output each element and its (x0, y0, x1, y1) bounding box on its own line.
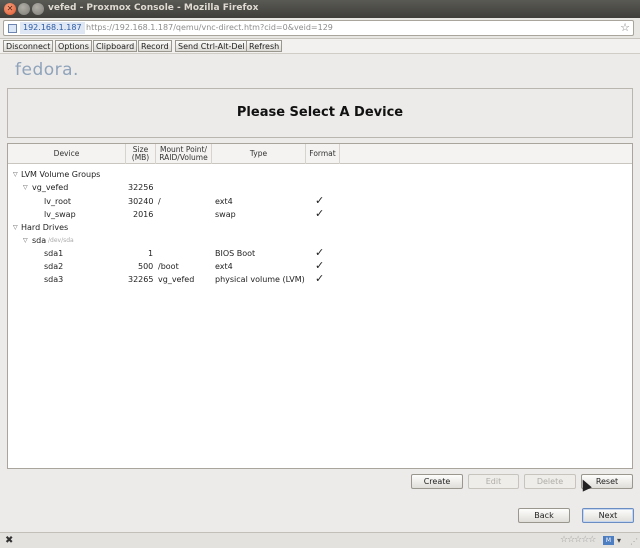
addon-bar: ✖ ☆☆☆☆☆ M ▾ ⋰ (0, 532, 640, 548)
column-header-device[interactable]: Device (8, 144, 126, 164)
tree-row-lv-swap[interactable]: lv_swap 2016 swap ✓ (8, 207, 632, 221)
create-button[interactable]: Create (411, 474, 463, 489)
send-ctrl-alt-del-button[interactable]: Send Ctrl-Alt-Del (175, 40, 248, 52)
device-mount: vg_vefed (158, 275, 195, 284)
tree-row-lvm-volume-groups[interactable]: ▽ LVM Volume Groups (8, 168, 632, 181)
device-name: sda1 (44, 249, 64, 258)
bookmark-star-icon[interactable]: ☆ (620, 21, 630, 34)
site-identity-icon[interactable] (8, 24, 17, 33)
triangle-down-icon[interactable]: ▽ (13, 224, 18, 231)
device-size: 32256 (128, 183, 154, 192)
next-button[interactable]: Next (582, 508, 634, 523)
checkmark-icon: ✓ (315, 194, 325, 207)
triangle-down-icon[interactable]: ▽ (13, 171, 18, 178)
resize-grip-icon[interactable]: ⋰ (630, 537, 638, 546)
device-name: lv_root (44, 197, 71, 206)
fedora-logo: fedora. (15, 60, 79, 80)
device-type: BIOS Boot (215, 249, 256, 258)
page-title: Please Select A Device (236, 105, 404, 120)
device-name: sda2 (44, 262, 64, 271)
tree-row-sda3[interactable]: sda3 32265 vg_vefed physical volume (LVM… (8, 272, 632, 286)
vnc-toolbar: Disconnect Options Clipboard Record Send… (0, 39, 640, 54)
device-size: 30240 (128, 197, 154, 206)
tree-row-hard-drives[interactable]: ▽ Hard Drives (8, 221, 632, 234)
checkmark-icon: ✓ (315, 246, 325, 259)
device-table-header: Device Size (MB) Mount Point/ RAID/Volum… (8, 144, 632, 164)
delete-button[interactable]: Delete (524, 474, 576, 489)
url-domain-label[interactable]: 192.168.1.187 (20, 22, 85, 34)
window-close-button[interactable]: ✕ (4, 3, 16, 15)
device-name: LVM Volume Groups (21, 170, 101, 179)
device-path: /dev/sda (48, 237, 74, 244)
triangle-down-icon[interactable]: ▽ (23, 237, 28, 244)
window-maximize-button[interactable] (32, 3, 44, 15)
device-name: sda3 (44, 275, 64, 284)
device-name: lv_swap (44, 210, 76, 219)
url-text[interactable]: https://192.168.1.187/qemu/vnc-direct.ht… (86, 22, 333, 34)
tree-row-vg-vefed[interactable]: ▽ vg_vefed 32256 (8, 181, 632, 194)
rating-stars-icon[interactable]: ☆☆☆☆☆ (560, 534, 596, 547)
disconnect-button[interactable]: Disconnect (3, 40, 54, 52)
options-button[interactable]: Options (55, 40, 92, 52)
url-input[interactable]: 192.168.1.187 https://192.168.1.187/qemu… (3, 20, 634, 36)
window-title: vefed - Proxmox Console - Mozilla Firefo… (48, 3, 259, 13)
device-tree[interactable]: Device Size (MB) Mount Point/ RAID/Volum… (7, 143, 633, 469)
edit-button[interactable]: Edit (468, 474, 519, 489)
column-header-mount[interactable]: Mount Point/ RAID/Volume (156, 144, 212, 164)
device-size: 32265 (128, 275, 154, 284)
device-type: ext4 (215, 262, 233, 271)
device-name: Hard Drives (21, 223, 69, 232)
device-name: vg_vefed (32, 183, 69, 192)
navigation-bar: 192.168.1.187 https://192.168.1.187/qemu… (0, 18, 640, 39)
refresh-button[interactable]: Refresh (246, 40, 283, 52)
addon-badge-icon[interactable]: M (603, 536, 614, 545)
device-mount: /boot (158, 262, 179, 271)
device-type: ext4 (215, 197, 233, 206)
column-header-format[interactable]: Format (306, 144, 340, 164)
checkmark-icon: ✓ (315, 272, 325, 285)
device-type: physical volume (LVM) (215, 275, 305, 284)
device-size: 500 (138, 262, 154, 271)
device-type: swap (215, 210, 236, 219)
checkmark-icon: ✓ (315, 259, 325, 272)
checkmark-icon: ✓ (315, 207, 325, 220)
device-mount: / (158, 197, 161, 206)
close-icon[interactable]: ✖ (5, 534, 13, 547)
back-button[interactable]: Back (518, 508, 570, 523)
clipboard-button[interactable]: Clipboard (93, 40, 138, 52)
vnc-screen[interactable]: fedora. Please Select A Device Device Si… (0, 54, 640, 532)
triangle-down-icon[interactable]: ▽ (23, 184, 28, 191)
device-name: sda (32, 236, 47, 245)
column-header-size[interactable]: Size (MB) (126, 144, 156, 164)
device-size: 2016 (133, 210, 154, 219)
chevron-down-icon[interactable]: ▾ (617, 534, 621, 547)
column-header-type[interactable]: Type (212, 144, 306, 164)
record-button[interactable]: Record (138, 40, 172, 52)
window-minimize-button[interactable] (18, 3, 30, 15)
window-titlebar: ✕ vefed - Proxmox Console - Mozilla Fire… (0, 0, 640, 18)
device-size: 1 (148, 249, 154, 258)
page-header: Please Select A Device (7, 88, 633, 138)
